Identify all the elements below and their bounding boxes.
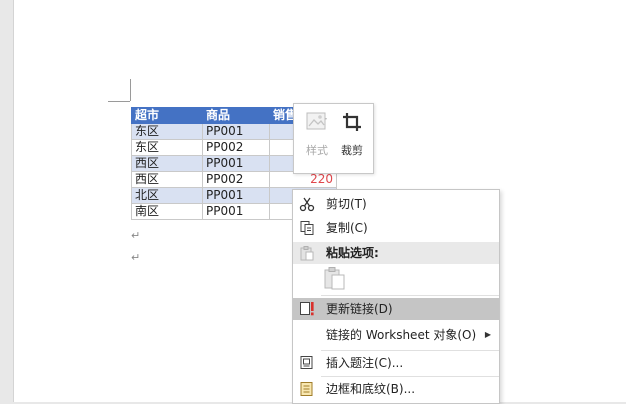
crop-button[interactable]: 裁剪	[337, 110, 367, 166]
menu-item-copy[interactable]: 复制(C)	[293, 217, 499, 239]
table-cell: 东区	[131, 123, 203, 140]
table-cell: 东区	[131, 139, 203, 156]
table-cell: 北区	[131, 187, 203, 204]
picture-style-icon	[306, 112, 327, 130]
menu-item-label: 复制(C)	[326, 221, 368, 235]
paste-option-keep-format-icon[interactable]	[322, 265, 348, 291]
menu-separator	[321, 376, 499, 377]
menu-separator	[321, 295, 499, 296]
paste-options-header: 粘贴选项:	[293, 242, 499, 264]
menu-item-label: 边框和底纹(B)...	[326, 382, 416, 396]
submenu-arrow-icon: ▶	[484, 330, 491, 339]
paragraph-mark: ↵	[131, 229, 141, 242]
margin-corner-mark-horizontal	[108, 101, 130, 102]
table-cell: PP001	[202, 187, 270, 204]
picture-mini-toolbar: 样式 裁剪	[293, 103, 374, 174]
header-cell: 商品	[202, 107, 270, 124]
menu-item-label: 更新链接(D)	[326, 302, 393, 316]
table-cell: PP001	[202, 203, 270, 220]
menu-item-label: 粘贴选项:	[326, 246, 379, 260]
caption-icon	[300, 356, 313, 369]
style-label: 样式	[306, 144, 328, 157]
menu-separator	[321, 350, 499, 351]
paste-icon	[300, 246, 314, 261]
style-button[interactable]: 样式	[302, 110, 332, 166]
table-cell: PP001	[202, 123, 270, 140]
border-icon	[300, 382, 313, 396]
update-link-icon	[300, 302, 314, 316]
table-cell: PP001	[202, 155, 270, 172]
crop-label: 裁剪	[341, 144, 363, 157]
menu-item-cut[interactable]: 剪切(T)	[293, 193, 499, 215]
paragraph-mark: ↵	[131, 251, 141, 264]
menu-item-update-link[interactable]: 更新链接(D)	[293, 298, 499, 320]
table-cell: 西区	[131, 171, 203, 188]
copy-icon	[300, 221, 314, 235]
menu-item-insert-caption[interactable]: 插入题注(C)...	[293, 352, 499, 374]
menu-item-label: 链接的 Worksheet 对象(O)	[326, 328, 477, 342]
menu-item-linked-worksheet-object[interactable]: 链接的 Worksheet 对象(O) ▶	[293, 324, 499, 346]
table-cell: 南区	[131, 203, 203, 220]
menu-item-label: 插入题注(C)...	[326, 356, 404, 370]
table-cell: 西区	[131, 155, 203, 172]
context-menu: 剪切(T) 复制(C) 粘贴选项: 更新链接(D) 链接的 Worksheet …	[292, 189, 500, 404]
margin-corner-mark	[130, 79, 131, 101]
header-cell: 超市	[131, 107, 203, 124]
table-cell: PP002	[202, 171, 270, 188]
menu-item-label: 剪切(T)	[326, 197, 367, 211]
menu-item-borders-shading[interactable]: 边框和底纹(B)...	[293, 378, 499, 400]
scissors-icon	[299, 197, 315, 212]
crop-icon	[343, 113, 361, 131]
table-cell: PP002	[202, 139, 270, 156]
